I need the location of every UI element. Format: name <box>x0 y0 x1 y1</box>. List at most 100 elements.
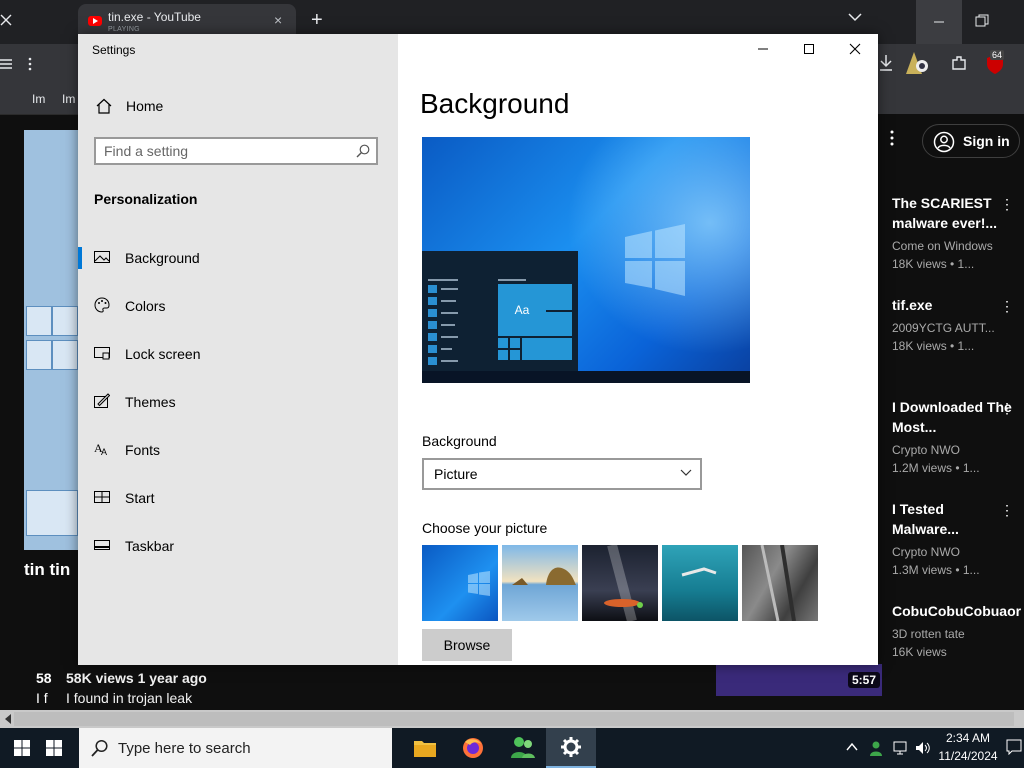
video-title-fragment: tin tin <box>24 560 71 579</box>
video-more-icon[interactable]: ⋮ <box>1000 502 1014 519</box>
ublock-extension[interactable]: 64 <box>984 50 1006 76</box>
picture-thumbnail[interactable] <box>422 545 498 621</box>
video-channel[interactable]: Crypto NWO <box>892 545 960 559</box>
lock-screen-icon <box>94 347 110 360</box>
people-tray-icon[interactable] <box>868 740 886 756</box>
video-views: 58K views 1 year ago <box>66 670 207 686</box>
minimize-icon <box>758 48 768 50</box>
gear-icon <box>561 737 581 757</box>
picture-thumbnail[interactable] <box>742 545 818 621</box>
close-button[interactable] <box>832 34 878 64</box>
video-title[interactable]: I Tested Malware... <box>892 499 1014 539</box>
chat-app-button[interactable] <box>498 728 548 768</box>
download-icon[interactable] <box>878 54 894 72</box>
video-more-icon[interactable]: ⋮ <box>1000 400 1014 417</box>
taskbar-search-box[interactable]: Type here to search <box>79 728 392 768</box>
nav-item-label: Start <box>125 490 155 506</box>
picture-thumbnail[interactable] <box>502 545 578 621</box>
settings-nav-pane: Settings Home Personalization Background… <box>78 34 398 665</box>
night-sky-image <box>604 545 643 621</box>
browse-button[interactable]: Browse <box>422 629 512 661</box>
chevron-down-icon[interactable] <box>848 12 862 22</box>
minimize-button[interactable] <box>740 34 786 64</box>
notifications-icon[interactable] <box>1006 739 1022 755</box>
firefox-button[interactable] <box>448 728 498 768</box>
menu-icon[interactable] <box>0 58 12 70</box>
svg-text:A: A <box>101 447 107 457</box>
home-nav-item[interactable]: Home <box>126 98 163 114</box>
picture-thumbnail[interactable] <box>662 545 738 621</box>
background-preview: Aa <box>422 137 750 383</box>
new-tab-button[interactable]: + <box>311 10 323 30</box>
extension-badge: 64 <box>990 50 1005 60</box>
video-player-fragment[interactable] <box>24 130 80 550</box>
find-setting-search[interactable] <box>94 137 378 165</box>
kebab-menu-icon[interactable] <box>890 130 894 146</box>
scroll-left-icon[interactable] <box>4 714 12 724</box>
restore-icon[interactable] <box>975 14 989 28</box>
horizontal-scrollbar[interactable] <box>0 710 1024 728</box>
start-icon <box>94 491 110 503</box>
nav-item-colors[interactable]: Colors <box>78 284 398 328</box>
search-input[interactable] <box>104 142 344 160</box>
tab-playing-label: PLAYING <box>108 26 140 33</box>
windows-taskbar: Type here to search 2:34 AM 11/24/2024 <box>0 728 1024 768</box>
nav-item-themes[interactable]: Themes <box>78 380 398 424</box>
chevron-up-icon[interactable] <box>846 742 858 752</box>
video-channel[interactable]: Come on Windows <box>892 239 993 253</box>
video-channel[interactable]: 3D rotten tate <box>892 627 965 641</box>
video-description[interactable]: I found in trojan leak <box>66 690 192 706</box>
bookmark-item[interactable]: Im <box>32 92 45 106</box>
palette-icon <box>94 297 110 313</box>
tab-close-button[interactable]: × <box>274 12 282 28</box>
nav-item-fonts[interactable]: AA Fonts <box>78 428 398 472</box>
beach-rock-image <box>512 567 576 585</box>
kebab-menu-icon[interactable] <box>28 57 32 71</box>
volume-icon[interactable] <box>914 740 932 756</box>
nav-item-background[interactable]: Background <box>78 236 398 280</box>
puzzle-extensions-icon[interactable] <box>950 54 968 72</box>
video-meta: 16K views <box>892 645 947 659</box>
video-title[interactable]: I Downloaded The Most... <box>892 397 1014 437</box>
scrollbar-track[interactable] <box>14 712 1014 726</box>
background-type-label: Background <box>422 433 497 449</box>
taskbar-icon <box>94 540 110 550</box>
minimize-icon <box>934 21 944 23</box>
underwater-swimmer-image <box>681 567 717 577</box>
nav-item-start[interactable]: Start <box>78 476 398 520</box>
video-channel[interactable]: Crypto NWO <box>892 443 960 457</box>
minimize-button[interactable] <box>916 0 962 44</box>
taskbar-search-placeholder: Type here to search <box>118 740 251 757</box>
windows-start-icon[interactable] <box>14 740 30 756</box>
background-type-select[interactable]: Picture <box>422 458 702 490</box>
sign-in-button[interactable]: Sign in <box>922 124 1020 158</box>
maximize-button[interactable] <box>786 34 832 64</box>
video-meta: 1.3M views • 1... <box>892 563 980 577</box>
video-title[interactable]: CobuCobuCobuaoris.e <box>892 601 1022 621</box>
close-icon[interactable] <box>0 14 12 26</box>
video-channel[interactable]: 2009YCTG AUTT... <box>892 321 995 335</box>
picture-thumbnail[interactable] <box>582 545 658 621</box>
video-more-icon[interactable]: ⋮ <box>1000 196 1014 213</box>
nav-item-lock-screen[interactable]: Lock screen <box>78 332 398 376</box>
video-more-icon[interactable]: ⋮ <box>1000 298 1014 315</box>
video-title[interactable]: tif.exe <box>892 295 1014 315</box>
windows-start-icon[interactable] <box>46 740 62 756</box>
themes-icon <box>94 393 110 408</box>
video-duration: 5:57 <box>848 672 881 688</box>
maximize-icon <box>804 44 814 54</box>
extension-mascot-icon[interactable] <box>902 48 932 76</box>
choose-picture-label: Choose your picture <box>422 520 548 536</box>
network-icon[interactable] <box>892 740 910 756</box>
bookmark-item[interactable]: Im <box>62 92 75 106</box>
nav-item-taskbar[interactable]: Taskbar <box>78 524 398 568</box>
nav-item-label: Background <box>125 250 200 266</box>
file-explorer-button[interactable] <box>400 728 450 768</box>
settings-app-button[interactable] <box>546 728 596 768</box>
preview-taskbar <box>422 371 750 383</box>
nav-item-label: Taskbar <box>125 538 175 554</box>
clock-date[interactable]: 11/24/2024 <box>934 749 1002 763</box>
clock-time[interactable]: 2:34 AM <box>934 731 1002 745</box>
video-title[interactable]: The SCARIEST malware ever!... <box>892 193 1014 233</box>
home-icon <box>96 98 112 114</box>
